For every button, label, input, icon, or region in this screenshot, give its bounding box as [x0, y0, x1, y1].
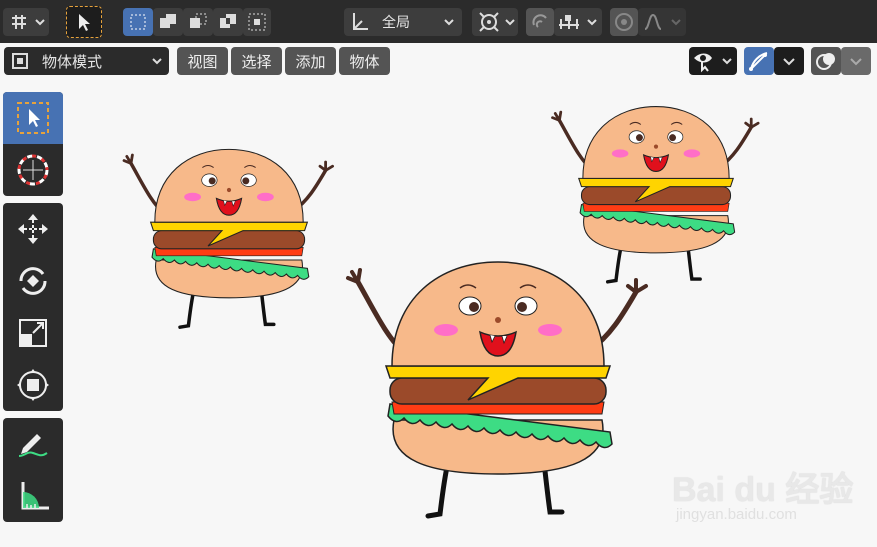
tool-cursor[interactable]	[3, 144, 63, 196]
select-subtract-icon	[190, 13, 207, 28]
menu-object[interactable]: 物体	[339, 47, 390, 75]
overlay-dropdown[interactable]	[841, 47, 871, 75]
burger-character-center	[348, 262, 646, 516]
chevron-down-icon	[152, 58, 162, 65]
tool-measure[interactable]	[3, 470, 63, 522]
magnet-icon	[532, 14, 547, 28]
snap-target-dropdown[interactable]	[554, 8, 602, 36]
chevron-down-icon	[444, 19, 454, 26]
object-mode-icon	[12, 53, 28, 69]
tool-scale[interactable]	[3, 307, 63, 359]
chevron-down-icon	[783, 58, 795, 66]
editor-type-button[interactable]	[3, 8, 49, 36]
select-invert-icon	[220, 14, 236, 28]
select-mode-invert-button[interactable]	[213, 8, 243, 36]
menu-view[interactable]: 视图	[177, 47, 228, 75]
proportional-edit-button[interactable]	[610, 8, 638, 36]
pivot-point-dropdown[interactable]	[472, 8, 518, 36]
select-tool-button[interactable]	[66, 6, 102, 38]
eye-pointer-icon	[694, 53, 732, 73]
select-mode-intersect-button[interactable]	[243, 8, 271, 36]
falloff-curve-icon	[644, 13, 681, 30]
select-extend-icon	[160, 14, 176, 28]
baidu-watermark: Bai du 经验	[672, 471, 854, 509]
rotate-icon	[19, 267, 47, 295]
proportional-edit-icon	[615, 13, 633, 31]
mode-selector-dropdown[interactable]: 物体模式	[4, 47, 169, 75]
select-mode-subtract-button[interactable]	[183, 8, 213, 36]
menu-select[interactable]: 选择	[231, 47, 282, 75]
select-intersect-icon	[248, 13, 266, 31]
snap-increment-icon	[559, 15, 597, 29]
burger-character-right	[550, 104, 760, 284]
tool-transform[interactable]	[3, 359, 63, 411]
annotate-icon	[18, 434, 48, 457]
move-icon	[18, 214, 48, 244]
falloff-dropdown[interactable]	[638, 8, 686, 36]
visibility-dropdown[interactable]	[689, 47, 737, 75]
scale-icon	[19, 319, 47, 347]
gizmo-icon	[749, 52, 768, 71]
transform-orientation-dropdown[interactable]: 全局	[344, 8, 462, 36]
snap-toggle-button[interactable]	[526, 8, 554, 36]
tool-move[interactable]	[3, 203, 63, 255]
chevron-down-icon	[850, 58, 862, 66]
top-header-bar: 全局	[0, 0, 877, 43]
overlay-icon	[816, 53, 835, 70]
measure-icon	[21, 482, 49, 510]
gizmo-dropdown[interactable]	[774, 47, 804, 75]
select-mode-extend-button[interactable]	[153, 8, 183, 36]
cursor-icon	[17, 154, 49, 186]
transform-icon	[17, 369, 49, 401]
cursor-arrow-icon	[79, 14, 90, 31]
editor-type-icon	[12, 15, 45, 29]
tool-annotate[interactable]	[3, 418, 63, 470]
orientation-axes-icon	[353, 13, 368, 30]
baidu-watermark-url: jingyan.baidu.com	[676, 506, 797, 523]
overlay-toggle-button[interactable]	[811, 47, 841, 75]
select-new-icon	[130, 14, 146, 30]
transform-orientation-value: 全局	[382, 15, 410, 31]
tool-rotate[interactable]	[3, 255, 63, 307]
burger-character-left	[122, 147, 335, 329]
mode-selector-value: 物体模式	[42, 52, 103, 71]
gizmo-toggle-button[interactable]	[744, 47, 774, 75]
menu-add[interactable]: 添加	[285, 47, 336, 75]
tool-select-box[interactable]	[3, 92, 63, 144]
select-mode-new-button[interactable]	[123, 8, 153, 36]
pivot-point-icon	[479, 12, 515, 32]
select-box-icon	[17, 102, 49, 134]
